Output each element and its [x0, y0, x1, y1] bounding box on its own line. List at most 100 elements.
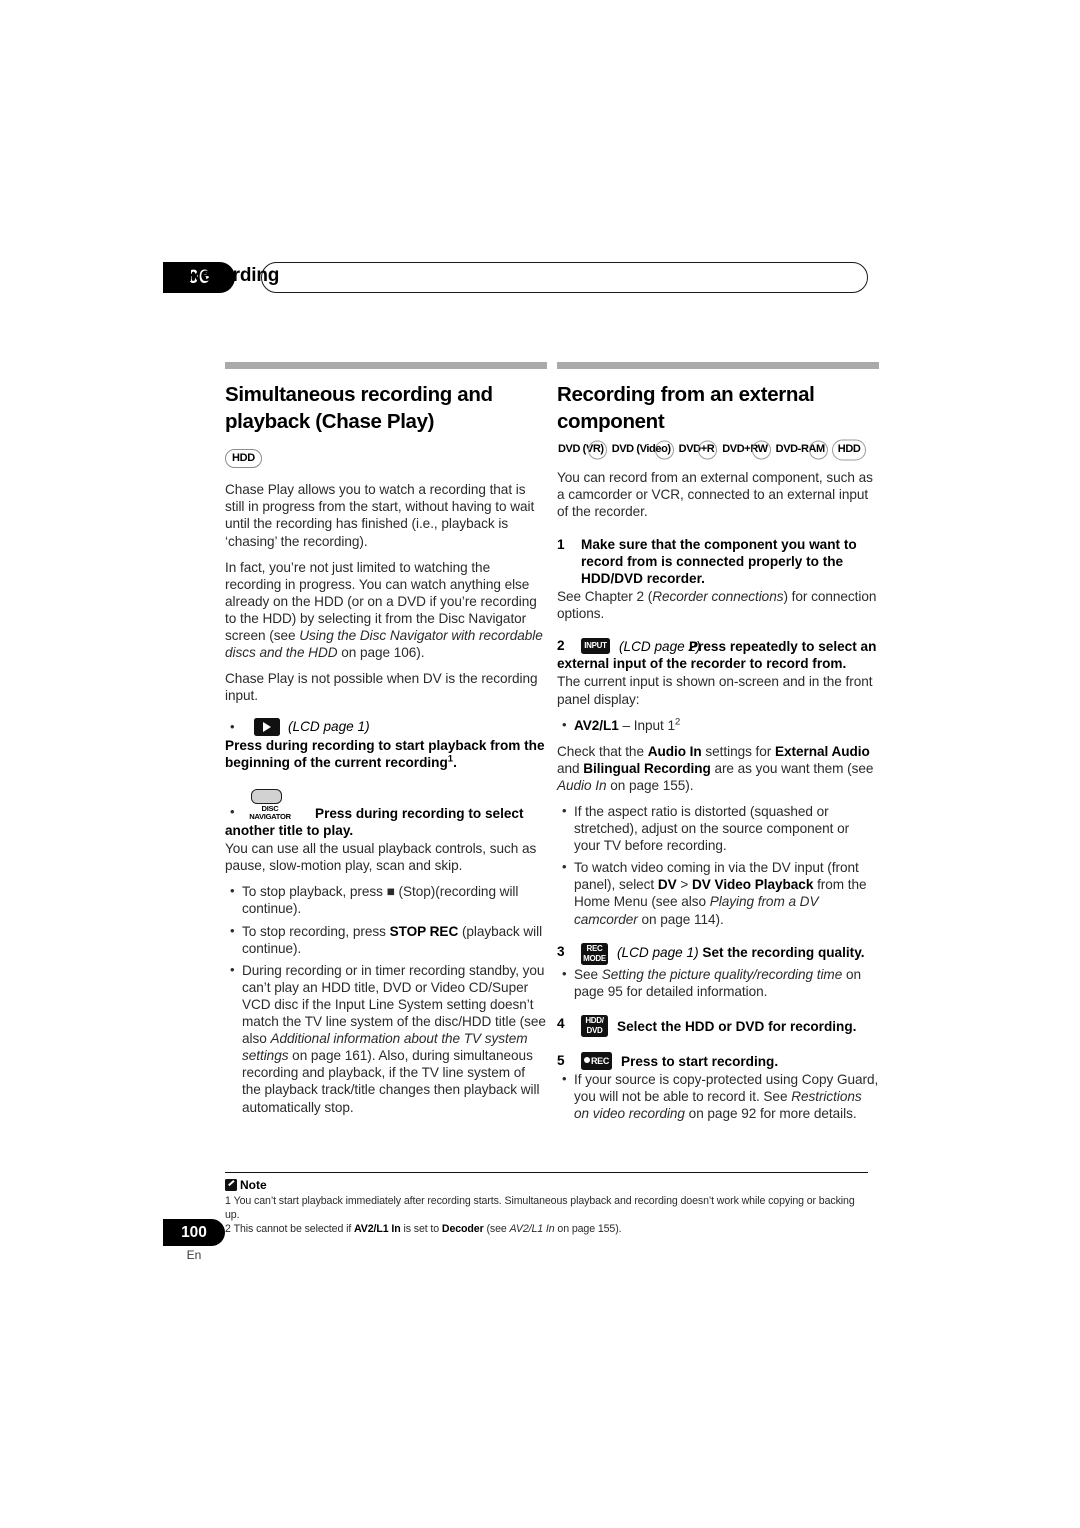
left-bullet-list: To stop playback, press ■ (Stop)(recordi…	[225, 882, 547, 1115]
p2-part-b: on page 106).	[337, 645, 425, 661]
check-a: Check that the	[557, 743, 648, 759]
press-play-text: Press during recording to start playback…	[225, 737, 547, 771]
step-3-bullet-list: See Setting the picture quality/recordin…	[557, 965, 879, 1000]
disc-navigator-key-wrap	[251, 788, 547, 804]
manual-page: 06 Recording Simultaneous recording and …	[0, 0, 1080, 1528]
rec-mode-line1: REC	[586, 943, 603, 953]
dv-bullet-bold2: DV Video Playback	[692, 877, 814, 893]
step-5: 5 REC Press to start recording.	[557, 1051, 879, 1070]
list-item: To stop recording, press STOP REC (playb…	[225, 922, 547, 957]
right-column: Recording from an external component DVD…	[557, 362, 879, 1131]
input-bullet-bold: AV2/L1	[574, 717, 619, 733]
disc-navigator-followup: You can use all the usual playback contr…	[225, 841, 537, 874]
left-paragraph-2: In fact, you’re not just limited to watc…	[225, 559, 547, 662]
note-divider	[225, 1172, 868, 1174]
note2-b: is set to	[400, 1223, 442, 1236]
dv-bullet-mid: >	[676, 877, 693, 893]
step-5-title: Press to start recording.	[621, 1053, 779, 1069]
check-f: on page 155).	[606, 777, 694, 793]
page-number-area: 100 En	[163, 1219, 233, 1262]
note2-italic: AV2/L1 In	[509, 1223, 555, 1236]
press-play-text-b: .	[453, 754, 457, 770]
step-1-title: Make sure that the component you want to…	[581, 536, 857, 586]
rec-key-icon-wrap: REC	[581, 1051, 621, 1070]
dn-spacer	[225, 806, 315, 821]
check-c: settings for	[701, 743, 775, 759]
step-2-title: Press repeatedly to select an external i…	[557, 638, 879, 672]
footer-note-area: Note 1 You can’t start playback immediat…	[225, 1172, 868, 1236]
press-play-lead: (LCD page 1)	[288, 718, 370, 735]
rec-mode-key-icon: REC MODE	[581, 942, 608, 965]
step-2-body: The current input is shown on-screen and…	[557, 674, 873, 707]
disc-navigator-text: Press during recording to select another…	[225, 805, 547, 839]
step1-body-italic: Recorder connections	[652, 588, 784, 604]
note-line-1: 1 You can’t start playback immediately a…	[225, 1194, 868, 1222]
play-key-icon-wrap	[242, 718, 288, 737]
disc-badge-hdd: HDD	[832, 441, 867, 458]
section-rule-right	[557, 362, 879, 369]
input-bullet-rest: – Input 1	[618, 717, 676, 733]
hdd-dvd-line2: DVD	[586, 1025, 603, 1035]
step-5-number: 5	[557, 1052, 565, 1068]
list-item: To watch video coming in via the DV inpu…	[557, 858, 879, 927]
disc-badge-dvd-plus-r: DVD+R	[678, 443, 715, 456]
chapter-title: Recording	[187, 265, 280, 286]
list-item: If the aspect ratio is distorted (squash…	[557, 802, 879, 854]
step3-lcd-note: (LCD page 1)	[617, 944, 699, 960]
note2-bold2: Decoder	[441, 1223, 484, 1236]
press-play-lcd-note: (LCD page 1)	[288, 719, 370, 735]
right-intro-paragraph: You can record from an external componen…	[557, 470, 873, 520]
disc-badge-dvd-vr: DVD (VR)	[558, 443, 604, 456]
header-pill-outline	[261, 262, 868, 293]
rec-key-icon: REC	[581, 1051, 612, 1070]
list-item: To stop playback, press ■ (Stop)(recordi…	[225, 882, 547, 917]
hdd-dvd-key-icon: HDD/ DVD	[581, 1014, 608, 1037]
disc-format-badges: DVD (VR) DVD (Video) DVD+R DVD+RW DVD-RA…	[557, 441, 879, 458]
note2-c: (see	[483, 1223, 510, 1236]
step-3-title: (LCD page 1) Set the recording quality.	[617, 943, 865, 961]
check-bold-audio-in: Audio In	[647, 743, 702, 759]
note-header: Note	[225, 1178, 868, 1192]
running-header: 06 Recording	[163, 262, 868, 296]
hdd-dvd-key-icon-wrap: HDD/ DVD	[581, 1014, 617, 1037]
press-play-row: • (LCD page 1)	[225, 718, 547, 737]
disc-badge-dvd-ram: DVD-RAM	[775, 443, 826, 456]
step1-body-a: See Chapter 2 (	[557, 588, 653, 604]
note2-bold1: AV2/L1 In	[354, 1223, 401, 1236]
step3-title-text: Set the recording quality.	[698, 944, 865, 960]
note-line-2: 2 This cannot be selected if AV2/L1 In i…	[225, 1222, 868, 1236]
section-rule-left	[225, 362, 547, 369]
step-4-title: Select the HDD or DVD for recording.	[617, 1018, 857, 1034]
check-bold-bilingual: Bilingual Recording	[583, 760, 711, 776]
check-d: and	[557, 760, 584, 776]
step2-spacer	[557, 639, 689, 654]
check-italic: Audio In	[557, 777, 607, 793]
press-play-text-a: Press during recording to start playback…	[225, 737, 545, 770]
step-2-check-paragraph: Check that the Audio In settings for Ext…	[557, 743, 879, 794]
dv-bullet-c: on page 114).	[637, 911, 724, 927]
step5-bullet-b: on page 92 for more details.	[684, 1106, 857, 1122]
disc-navigator-key-icon	[251, 788, 282, 804]
rec-mode-line2: MODE	[583, 953, 606, 963]
dv-bullet-bold1: DV	[657, 877, 677, 893]
stop-glyph-icon: ■	[386, 884, 395, 900]
left-paragraph-3: Chase Play is not possible when DV is th…	[225, 671, 538, 704]
press-play-bullet: •	[230, 719, 235, 735]
hdd-dvd-line1: HDD/	[585, 1015, 604, 1025]
step3-bullet-italic: Setting the picture quality/recording ti…	[601, 966, 843, 982]
note1-num: 1	[225, 1195, 231, 1208]
disc-badge-dvd-video: DVD (Video)	[611, 443, 671, 456]
check-bold-external-audio: External Audio	[775, 743, 870, 759]
step-2-bullet-list: If the aspect ratio is distorted (squash…	[557, 802, 879, 928]
step-2-input-list: AV2/L1 – Input 12	[557, 716, 879, 734]
note2-d: on page 155).	[554, 1223, 622, 1236]
bullet1-bold: STOP REC	[389, 923, 459, 939]
check-e: are as you want them (see	[710, 760, 874, 776]
step-5-bullet-list: If your source is copy-protected using C…	[557, 1070, 879, 1122]
rec-mode-key-icon-wrap: REC MODE	[581, 942, 617, 965]
step-1-body: See Chapter 2 (Recorder connections) for…	[557, 588, 879, 622]
note2-a: This cannot be selected if	[233, 1223, 355, 1236]
step3-bullet-a: See	[574, 966, 602, 982]
step-4: 4 HDD/ DVD Select the HDD or DVD for rec…	[557, 1014, 879, 1037]
right-section-title: Recording from an external component	[557, 383, 815, 433]
